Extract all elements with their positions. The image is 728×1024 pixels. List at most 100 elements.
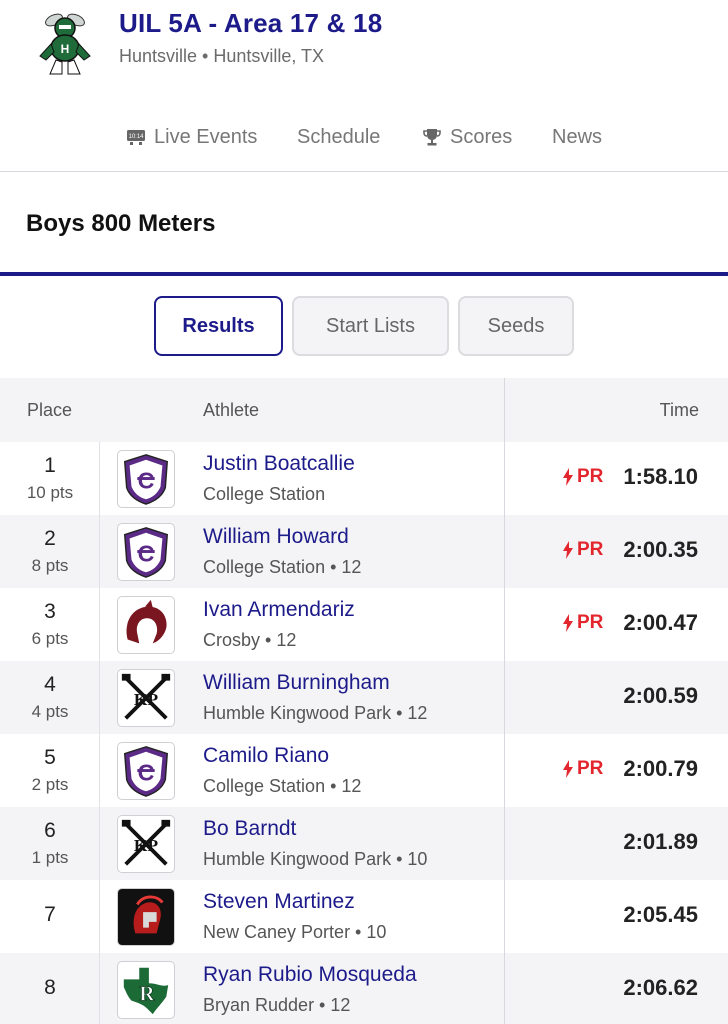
place-column-divider <box>99 442 100 1024</box>
nav-live-events-label: Live Events <box>154 125 258 148</box>
meet-nav: 10:14 Live Events Schedule Scores News <box>0 122 728 152</box>
athlete-name[interactable]: William Howard <box>203 525 349 549</box>
rudder-texas-r-logo[interactable]: R <box>117 961 175 1019</box>
svg-text:H: H <box>61 42 70 56</box>
nav-scores[interactable]: Scores <box>422 122 512 152</box>
nav-live-events[interactable]: 10:14 Live Events <box>126 122 257 152</box>
table-body: 1 10 pts C Justin Boatcallie College Sta… <box>0 442 728 1024</box>
place-points: 4 pts <box>31 702 69 721</box>
table-row[interactable]: 5 2 pts C Camilo Riano College Station •… <box>0 734 728 807</box>
nav-schedule[interactable]: Schedule <box>297 122 380 152</box>
athlete-name[interactable]: Ryan Rubio Mosqueda <box>203 963 417 987</box>
lightning-icon <box>563 468 573 486</box>
athlete-team: Humble Kingwood Park • 10 <box>203 849 428 869</box>
athlete-name[interactable]: Justin Boatcallie <box>203 452 355 476</box>
athlete-name[interactable]: Ivan Armendariz <box>203 598 355 622</box>
place-points: 10 pts <box>26 483 74 502</box>
svg-text:KP: KP <box>134 836 159 855</box>
event-header: Boys 800 Meters <box>0 172 728 276</box>
place-number: 4 <box>44 673 56 696</box>
tab-seeds[interactable]: Seeds <box>458 296 574 356</box>
header-place: Place <box>27 399 73 420</box>
svg-text:10:14: 10:14 <box>128 134 144 140</box>
place-number: 8 <box>44 976 56 999</box>
athlete-name[interactable]: Steven Martinez <box>203 890 355 914</box>
table-row[interactable]: 2 8 pts C William Howard College Station… <box>0 515 728 588</box>
place-points: 2 pts <box>31 775 69 794</box>
athlete-name[interactable]: Camilo Riano <box>203 744 329 768</box>
place-number: 1 <box>44 454 56 477</box>
place-number: 2 <box>44 527 56 550</box>
athlete-team: College Station • 12 <box>203 776 362 796</box>
table-header: Place Athlete Time <box>0 378 728 442</box>
meet-title: UIL 5A - Area 17 & 18 <box>119 8 383 38</box>
event-tabs: Results Start Lists Seeds <box>0 296 728 358</box>
table-row[interactable]: 3 6 pts Ivan Armendariz Crosby • 12 PR 2… <box>0 588 728 661</box>
athlete-name[interactable]: William Burningham <box>203 671 390 695</box>
crosby-cougar-logo[interactable] <box>117 596 175 654</box>
hornet-mascot-logo[interactable]: H <box>32 10 98 78</box>
athlete-team: Humble Kingwood Park • 12 <box>203 703 428 723</box>
place-number: 7 <box>44 903 56 926</box>
pr-badge: PR <box>562 758 603 780</box>
nav-news-label: News <box>552 125 603 148</box>
place-points: 1 pts <box>31 848 69 867</box>
pr-badge: PR <box>562 612 603 634</box>
kingwood-park-kp-logo[interactable]: KP <box>117 669 175 727</box>
svg-text:C: C <box>138 468 155 494</box>
event-title: Boys 800 Meters <box>26 210 216 237</box>
result-time: 2:00.79 <box>623 756 698 781</box>
place-number: 5 <box>44 746 56 769</box>
kingwood-park-kp-logo[interactable]: KP <box>117 815 175 873</box>
athlete-team: College Station • 12 <box>203 557 362 577</box>
college-station-shield-logo[interactable]: C <box>117 742 175 800</box>
tab-start-lists[interactable]: Start Lists <box>292 296 449 356</box>
nav-schedule-label: Schedule <box>297 125 381 148</box>
result-time: 1:58.10 <box>623 464 698 489</box>
svg-text:C: C <box>138 760 155 786</box>
header-time: Time <box>659 399 699 420</box>
pr-label: PR <box>577 466 604 487</box>
tab-results[interactable]: Results <box>154 296 283 356</box>
college-station-shield-logo[interactable]: C <box>117 523 175 581</box>
live-clock-icon: 10:14 <box>127 130 145 145</box>
result-time: 2:05.45 <box>623 902 698 927</box>
pr-label: PR <box>577 612 604 633</box>
table-row[interactable]: 8 R Ryan Rubio Mosqueda Bryan Rudder • 1… <box>0 953 728 1024</box>
place-number: 6 <box>44 819 56 842</box>
svg-text:C: C <box>138 541 155 567</box>
meet-location: Huntsville • Huntsville, TX <box>119 46 325 66</box>
table-row[interactable]: 6 1 pts KP Bo Barndt Humble Kingwood Par… <box>0 807 728 880</box>
athlete-team: Bryan Rudder • 12 <box>203 995 351 1015</box>
athlete-team: Crosby • 12 <box>203 630 297 650</box>
table-row[interactable]: 7 Steven Martinez New Caney Porter • 10 … <box>0 880 728 953</box>
table-row[interactable]: 1 10 pts C Justin Boatcallie College Sta… <box>0 442 728 515</box>
pr-label: PR <box>577 539 604 560</box>
svg-text:KP: KP <box>134 690 159 709</box>
table-row[interactable]: 4 4 pts KP William Burningham Humble Kin… <box>0 661 728 734</box>
athlete-team: New Caney Porter • 10 <box>203 922 387 942</box>
svg-text:R: R <box>139 982 155 1006</box>
college-station-shield-logo[interactable]: C <box>117 450 175 508</box>
trophy-icon <box>423 129 441 146</box>
athlete-name[interactable]: Bo Barndt <box>203 817 296 841</box>
place-number: 3 <box>44 600 56 623</box>
meet-header: H UIL 5A - Area 17 & 18 Huntsville • Hun… <box>0 0 728 172</box>
pr-label: PR <box>577 758 604 779</box>
lightning-icon <box>563 614 573 632</box>
place-points: 8 pts <box>31 556 69 575</box>
result-time: 2:01.89 <box>623 829 698 854</box>
result-time: 2:00.47 <box>623 610 698 635</box>
porter-spartan-logo[interactable] <box>117 888 175 946</box>
lightning-icon <box>563 760 573 778</box>
pr-badge: PR <box>562 466 603 488</box>
nav-news[interactable]: News <box>552 122 602 152</box>
place-points: 6 pts <box>31 629 69 648</box>
result-time: 2:00.35 <box>623 537 698 562</box>
pr-badge: PR <box>562 539 603 561</box>
time-column-divider <box>504 378 505 1024</box>
results-table: Place Athlete Time 1 10 pts C Justin Boa… <box>0 378 728 1024</box>
nav-scores-label: Scores <box>450 125 513 148</box>
athlete-team: College Station <box>203 484 326 504</box>
lightning-icon <box>563 541 573 559</box>
